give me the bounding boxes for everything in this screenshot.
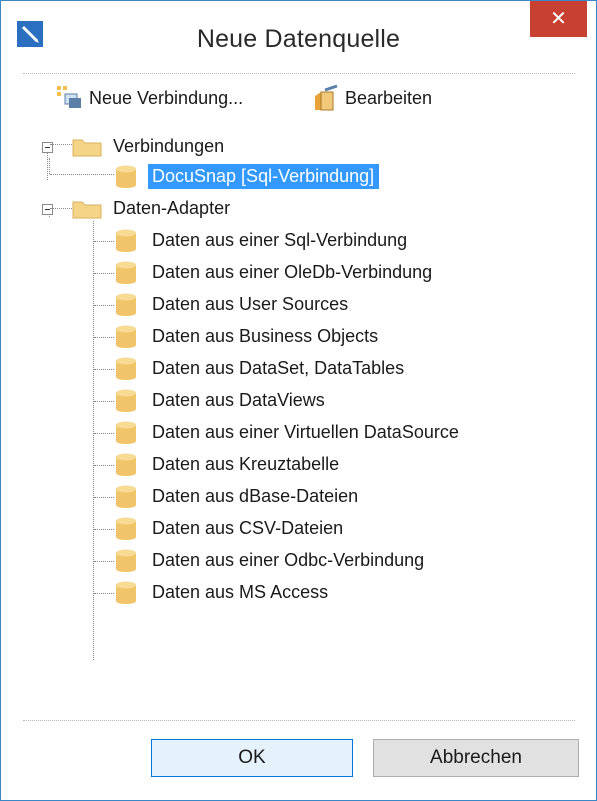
tree-line <box>94 465 114 466</box>
tree-node-label: Daten aus Business Objects <box>152 326 379 346</box>
ok-button[interactable]: OK <box>151 739 353 777</box>
tree-line <box>94 305 114 306</box>
tree-line <box>94 273 114 274</box>
tree-node-label: Daten aus CSV-Dateien <box>152 518 344 538</box>
tree-line <box>94 529 114 530</box>
database-icon <box>115 549 137 573</box>
new-connection-button[interactable]: Neue Verbindung... <box>55 84 243 112</box>
tree-line <box>94 369 114 370</box>
database-icon <box>115 485 137 509</box>
title-bar[interactable]: Neue Datenquelle ✕ <box>1 1 596 73</box>
folder-icon <box>72 137 102 157</box>
footer-divider <box>23 720 575 721</box>
database-icon <box>115 421 137 445</box>
edit-button[interactable]: Bearbeiten <box>311 84 432 112</box>
edit-icon <box>311 84 341 112</box>
database-icon <box>115 581 137 605</box>
tree-line <box>50 144 72 145</box>
new-connection-icon <box>55 84 85 112</box>
close-button[interactable]: ✕ <box>530 1 587 37</box>
database-icon <box>115 357 137 381</box>
database-icon <box>115 229 137 253</box>
tree-node-adapter[interactable]: Daten aus DataViews <box>23 386 563 416</box>
tree-node-label: Daten aus Kreuztabelle <box>152 454 340 474</box>
database-icon <box>115 165 137 189</box>
tree-line <box>94 561 114 562</box>
tree-node-connections[interactable]: Verbindungen <box>23 132 563 162</box>
database-icon <box>115 261 137 285</box>
tree-line <box>94 593 114 594</box>
tree-node-adapter[interactable]: Daten aus einer Virtuellen DataSource <box>23 418 563 448</box>
tree-node-data-adapters[interactable]: Daten-Adapter <box>23 194 563 224</box>
tree-node-adapter[interactable]: Daten aus einer OleDb-Verbindung <box>23 258 563 288</box>
tree-node-adapter[interactable]: Daten aus Business Objects <box>23 322 563 352</box>
database-icon <box>115 293 137 317</box>
tree-node-label: Daten aus MS Access <box>152 582 329 602</box>
data-source-tree[interactable]: Verbindungen DocuSnap [Sql-Verbindung] D… <box>23 122 575 722</box>
tree-node-label: Daten aus einer OleDb-Verbindung <box>152 262 433 282</box>
tree-line <box>94 241 114 242</box>
tree-line <box>94 337 114 338</box>
tree-node-adapter[interactable]: Daten aus MS Access <box>23 578 563 608</box>
database-icon <box>115 453 137 477</box>
tree-node-adapter[interactable]: Daten aus dBase-Dateien <box>23 482 563 512</box>
tree-node-label: Daten aus einer Odbc-Verbindung <box>152 550 425 570</box>
tree-node-label: Daten aus User Sources <box>152 294 349 314</box>
edit-label: Bearbeiten <box>345 87 433 108</box>
tree-line <box>49 216 50 217</box>
cancel-button[interactable]: Abbrechen <box>373 739 579 777</box>
database-icon <box>115 325 137 349</box>
tree-node-label: Daten aus einer Virtuellen DataSource <box>152 422 459 442</box>
tree-line <box>94 497 114 498</box>
database-icon <box>115 389 137 413</box>
tree-node-adapter[interactable]: Daten aus User Sources <box>23 290 563 320</box>
tree-node-adapter[interactable]: Daten aus Kreuztabelle <box>23 450 563 480</box>
tree-node-label: Verbindungen <box>113 136 225 156</box>
tree-node-adapter[interactable]: Daten aus einer Sql-Verbindung <box>23 226 563 256</box>
tree-node-label: Daten aus dBase-Dateien <box>152 486 359 506</box>
tree-line <box>94 401 114 402</box>
tree-node-label: DocuSnap [Sql-Verbindung] <box>148 164 380 189</box>
tree-node-docusnap[interactable]: DocuSnap [Sql-Verbindung] <box>23 162 563 192</box>
tree-node-adapter[interactable]: Daten aus einer Odbc-Verbindung <box>23 546 563 576</box>
toolbar: Neue Verbindung... Bearbeiten <box>23 74 575 120</box>
tree-line <box>94 433 114 434</box>
tree-line <box>50 208 72 209</box>
tree-node-label: Daten aus einer Sql-Verbindung <box>152 230 408 250</box>
new-connection-label: Neue Verbindung... <box>89 87 244 108</box>
tree-node-label: Daten aus DataViews <box>152 390 325 410</box>
tree-node-adapter[interactable]: Daten aus CSV-Dateien <box>23 514 563 544</box>
tree-node-label: Daten-Adapter <box>113 198 231 218</box>
folder-icon <box>72 199 102 219</box>
tree-node-label: Daten aus DataSet, DataTables <box>152 358 405 378</box>
tree-node-adapter[interactable]: Daten aus DataSet, DataTables <box>23 354 563 384</box>
database-icon <box>115 517 137 541</box>
window-title: Neue Datenquelle <box>196 25 401 53</box>
dialog-window: Neue Datenquelle ✕ Neue Verbindung... Be… <box>0 0 597 801</box>
dialog-content: Neue Verbindung... Bearbeiten Verbindung… <box>23 73 579 778</box>
collapse-icon[interactable] <box>42 204 53 215</box>
